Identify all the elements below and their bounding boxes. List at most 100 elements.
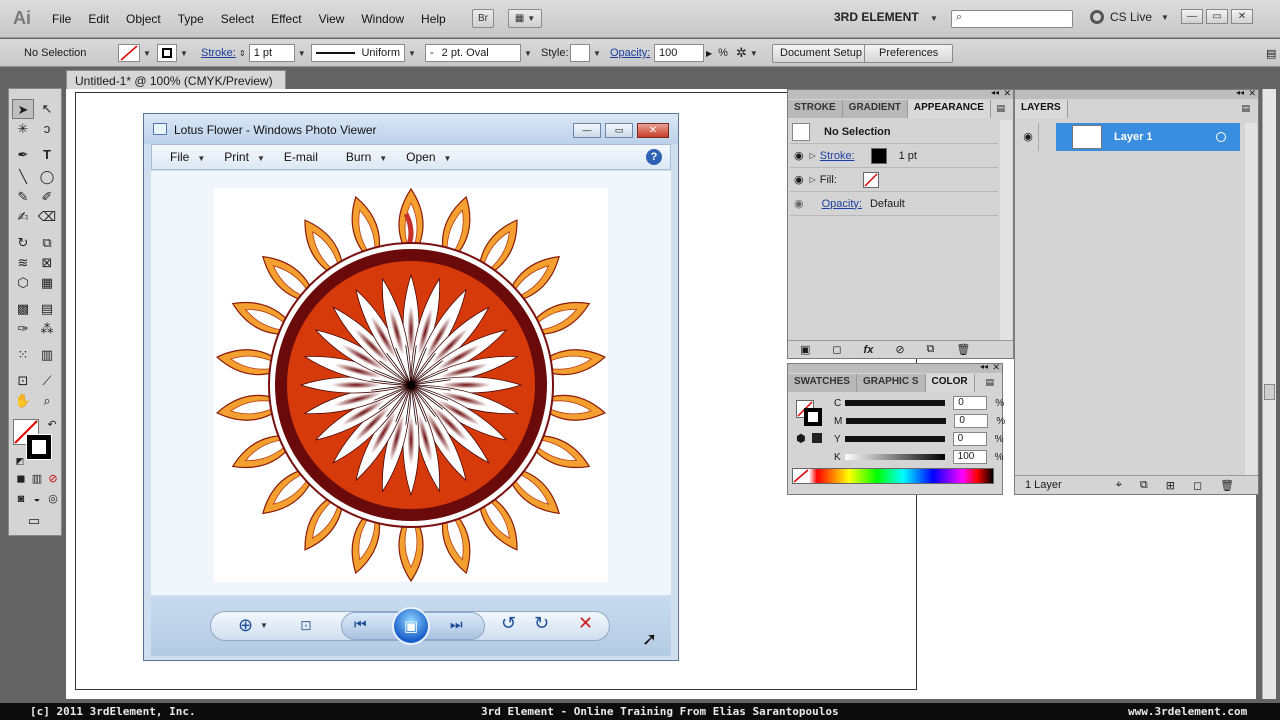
bridge-button[interactable]: Br <box>472 9 494 28</box>
stroke-swatch[interactable]: ▼ <box>157 44 188 62</box>
layers-scrollbar[interactable] <box>1245 123 1257 475</box>
paintbrush-tool-icon[interactable]: ✎ <box>12 187 34 207</box>
target-icon[interactable] <box>1216 132 1226 142</box>
panel-menu-icon[interactable]: ▤ <box>996 103 1005 114</box>
actual-size-icon[interactable]: ⊡ <box>300 617 312 634</box>
channel-k-slider[interactable] <box>844 454 945 460</box>
tab-layers[interactable]: LAYERS <box>1015 100 1068 118</box>
blob-brush-tool-icon[interactable]: ✍ <box>12 207 34 227</box>
menu-edit[interactable]: Edit <box>80 12 118 26</box>
menu-object[interactable]: Object <box>118 12 170 26</box>
channel-c-input[interactable]: 0 <box>953 396 988 410</box>
stroke-profile-select[interactable]: Uniform ▼ <box>311 44 416 62</box>
rotate-clockwise-icon[interactable]: ↻ <box>534 613 549 634</box>
panel-header[interactable]: ◂◂ ✕ <box>788 88 1013 99</box>
zoom-icon[interactable]: ⊕ <box>238 615 253 636</box>
tab-stroke[interactable]: STROKE <box>788 100 843 118</box>
channel-m-input[interactable]: 0 <box>954 414 989 428</box>
stroke-label[interactable]: Stroke: <box>201 44 236 62</box>
pv-menu-print[interactable]: Print ▼ <box>224 150 265 164</box>
pv-maximize-button[interactable]: ▭ <box>605 123 633 138</box>
collapse-icon[interactable]: ◂◂ <box>980 362 988 371</box>
pv-menu-file[interactable]: File ▼ <box>170 150 205 164</box>
tab-gradient[interactable]: GRADIENT <box>842 100 908 118</box>
pencil-tool-icon[interactable]: ✐ <box>36 187 58 207</box>
blend-tool-icon[interactable]: ⁂ <box>36 319 58 339</box>
expand-triangle-icon[interactable]: ▷ <box>810 151 816 160</box>
menu-effect[interactable]: Effect <box>263 12 310 26</box>
pv-close-button[interactable]: ✕ <box>637 123 669 138</box>
pv-menu-open[interactable]: Open ▼ <box>406 150 451 164</box>
lasso-tool-icon[interactable]: ↄ <box>36 119 58 139</box>
document-setup-button[interactable]: Document Setup <box>772 43 870 63</box>
out-of-gamut-icon[interactable]: ⬢ <box>796 432 806 445</box>
brush-select[interactable]: - 2 pt. Oval ▼ <box>425 44 532 62</box>
type-tool-icon[interactable]: T <box>36 145 58 165</box>
stroke-link[interactable]: Stroke: <box>201 47 236 59</box>
no-fill-swatch[interactable] <box>862 171 879 188</box>
column-graph-tool-icon[interactable]: ▥ <box>36 345 58 365</box>
collapse-icon[interactable]: ◂◂ <box>1236 88 1244 97</box>
previous-icon[interactable]: ⏮ <box>354 616 367 633</box>
panel-menu-icon[interactable]: ▤ <box>1266 44 1276 62</box>
stroke-weight-field[interactable]: ⇕ 1 pt ▼ <box>239 44 306 62</box>
eyedropper-tool-icon[interactable]: ✑ <box>12 319 34 339</box>
no-color-icon[interactable] <box>793 469 809 483</box>
stroke-color-swatch[interactable] <box>870 147 887 164</box>
panel-menu-icon[interactable]: ▤ <box>1241 103 1250 114</box>
appearance-opacity-row[interactable]: ◉ Opacity: Default <box>790 192 998 216</box>
color-spectrum-bar[interactable] <box>792 468 994 484</box>
channel-y-row[interactable]: Y 0 % <box>834 431 1004 447</box>
collapse-icon[interactable]: ◂◂ <box>991 88 999 97</box>
minimize-button[interactable]: — <box>1181 9 1203 24</box>
stroke-weight-value[interactable]: 1 pt <box>899 150 917 162</box>
pen-tool-icon[interactable]: ✒ <box>12 145 34 165</box>
panel-menu-icon[interactable]: ▤ <box>985 377 994 388</box>
channel-c-row[interactable]: C 0 % <box>834 395 1004 411</box>
menu-view[interactable]: View <box>311 12 354 26</box>
close-panel-icon[interactable]: ✕ <box>1003 88 1011 99</box>
pv-menu-email[interactable]: E-mail <box>284 150 318 164</box>
style-select[interactable]: ▼ <box>570 44 601 62</box>
clear-appearance-icon[interactable]: ⊘ <box>895 343 904 356</box>
workspace-switcher[interactable]: 3RD ELEMENT ▼ <box>834 10 938 24</box>
gradient-tool-icon[interactable]: ▤ <box>36 299 58 319</box>
delete-icon[interactable]: ✕ <box>578 613 593 634</box>
preferences-button[interactable]: Preferences <box>864 43 954 63</box>
duplicate-item-icon[interactable]: ⧉ <box>927 343 935 356</box>
search-input[interactable]: ⌕ <box>951 10 1073 28</box>
channel-k-row[interactable]: K 100 % <box>834 449 1004 465</box>
appearance-stroke-row[interactable]: ◉ ▷ Stroke: 1 pt <box>790 144 998 168</box>
tab-swatches[interactable]: SWATCHES <box>788 374 857 392</box>
scale-tool-icon[interactable]: ⧉ <box>36 233 58 253</box>
expand-triangle-icon[interactable]: ▷ <box>810 175 816 184</box>
close-panel-icon[interactable]: ✕ <box>1248 88 1256 99</box>
cs-live-button[interactable]: CS Live ▼ <box>1090 10 1169 24</box>
web-color-icon[interactable] <box>812 433 822 443</box>
scrollbar-thumb[interactable] <box>1264 384 1275 400</box>
shape-builder-tool-icon[interactable]: ⬡ <box>12 273 34 293</box>
opacity-value[interactable]: 100 <box>654 44 704 62</box>
menu-help[interactable]: Help <box>413 12 455 26</box>
perspective-grid-tool-icon[interactable]: ▦ <box>36 273 58 293</box>
channel-k-input[interactable]: 100 <box>952 450 987 464</box>
document-setup-label[interactable]: Document Setup <box>772 43 870 63</box>
zoom-tool-icon[interactable]: ⌕ <box>36 391 58 411</box>
opacity-label[interactable]: Opacity: <box>610 44 650 62</box>
eye-icon[interactable]: ◉ <box>794 173 804 186</box>
tab-appearance[interactable]: APPEARANCE <box>907 100 991 118</box>
magic-wand-tool-icon[interactable]: ✳ <box>12 119 34 139</box>
rotate-tool-icon[interactable]: ↻ <box>12 233 34 253</box>
direct-selection-tool-icon[interactable]: ↖ <box>36 99 58 119</box>
mesh-tool-icon[interactable]: ▩ <box>12 299 34 319</box>
layer-name[interactable]: Layer 1 <box>1114 131 1153 143</box>
maximize-button[interactable]: ▭ <box>1206 9 1228 24</box>
close-panel-icon[interactable]: ✕ <box>992 362 1000 373</box>
fx-icon[interactable]: fx <box>864 344 874 356</box>
locate-object-icon[interactable]: ⌖ <box>1116 479 1122 492</box>
menu-file[interactable]: File <box>44 12 80 26</box>
tab-graphic-styles[interactable]: GRAPHIC S <box>856 374 926 392</box>
warp-tool-icon[interactable]: ≋ <box>12 253 34 273</box>
screen-mode-icon[interactable]: ▭ <box>23 511 45 531</box>
swap-colors-icon[interactable]: ↶ <box>41 415 63 435</box>
